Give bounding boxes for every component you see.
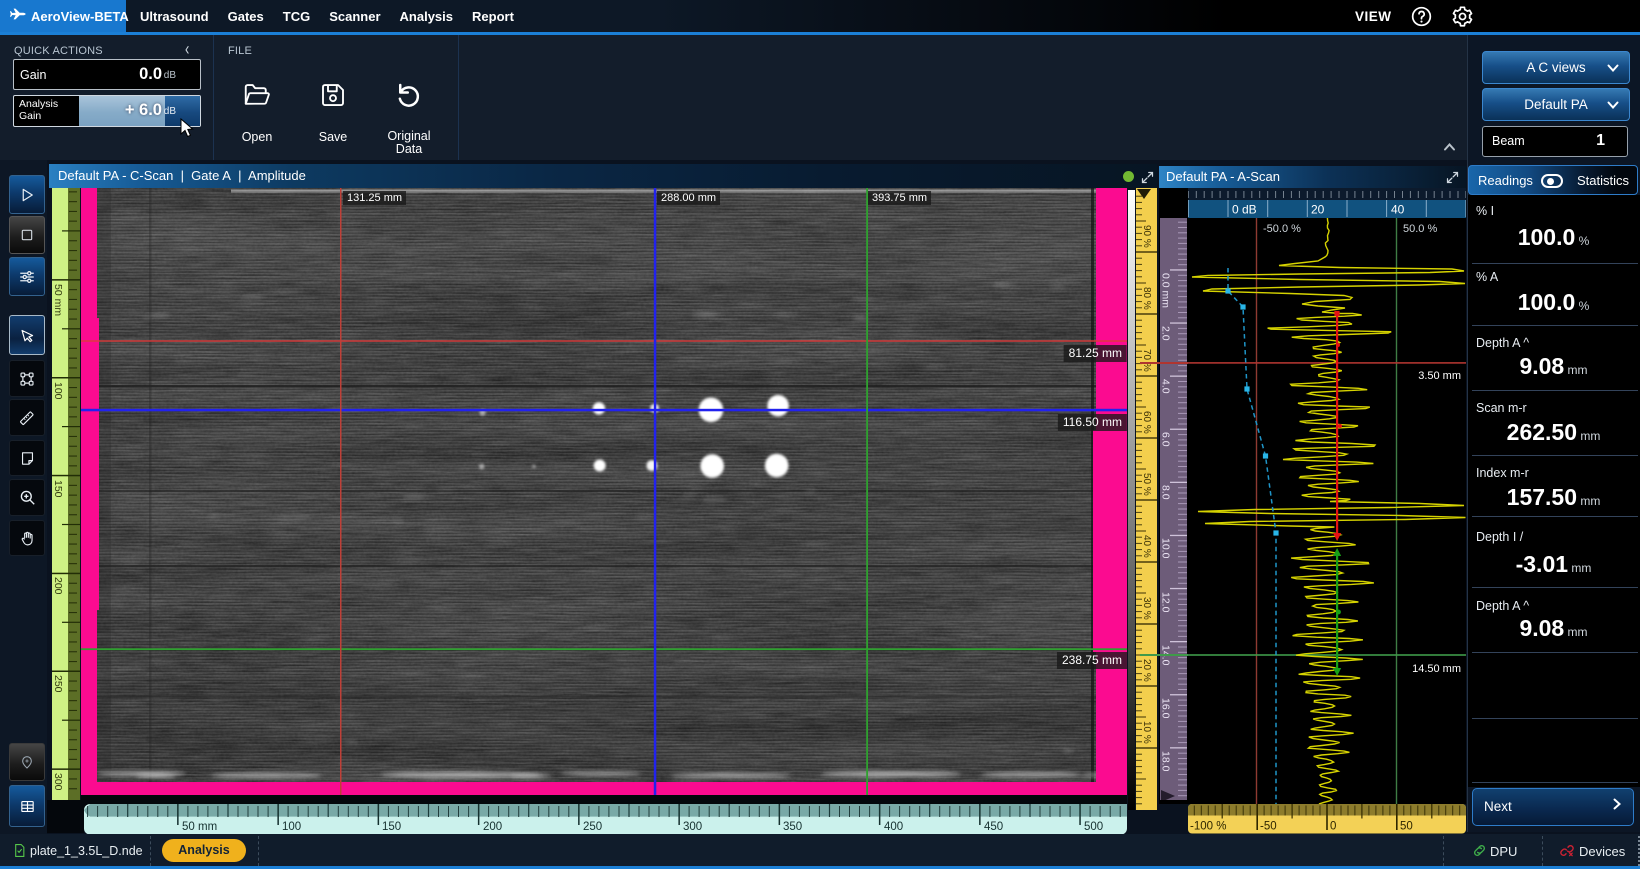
svg-text:30 %: 30 %: [1141, 597, 1152, 620]
svg-text:250: 250: [583, 821, 602, 833]
svg-text:50 mm: 50 mm: [182, 821, 217, 833]
svg-text:20 %: 20 %: [1141, 659, 1152, 682]
svg-text:150: 150: [382, 821, 401, 833]
svg-text:50 mm: 50 mm: [52, 284, 64, 316]
svg-text:100: 100: [282, 821, 301, 833]
svg-text:14.50 mm: 14.50 mm: [1412, 663, 1461, 675]
svg-text:10 %: 10 %: [1141, 721, 1152, 744]
svg-text:2.0: 2.0: [1160, 326, 1172, 341]
svg-text:4.0: 4.0: [1160, 379, 1172, 394]
svg-text:400: 400: [884, 821, 903, 833]
svg-text:50: 50: [1400, 821, 1413, 833]
svg-text:16.0: 16.0: [1160, 698, 1172, 719]
svg-text:60 %: 60 %: [1141, 411, 1152, 434]
svg-text:-50: -50: [1260, 821, 1277, 833]
svg-text:450: 450: [984, 821, 1003, 833]
svg-text:300: 300: [52, 773, 64, 791]
svg-text:0: 0: [1330, 821, 1336, 833]
svg-text:70 %: 70 %: [1141, 349, 1152, 372]
svg-text:150: 150: [52, 480, 64, 498]
svg-text:350: 350: [783, 821, 802, 833]
svg-text:0.0 mm: 0.0 mm: [1160, 273, 1172, 308]
svg-text:80 %: 80 %: [1141, 287, 1152, 310]
svg-text:6.0: 6.0: [1160, 432, 1172, 447]
svg-text:0 dB: 0 dB: [1232, 203, 1257, 217]
svg-text:-50.0 %: -50.0 %: [1263, 223, 1301, 235]
svg-text:50.0 %: 50.0 %: [1403, 223, 1437, 235]
svg-text:90 %: 90 %: [1141, 225, 1152, 248]
svg-text:10.0: 10.0: [1160, 538, 1172, 559]
svg-text:250: 250: [52, 675, 64, 693]
svg-text:8.0: 8.0: [1160, 485, 1172, 500]
svg-text:12.0: 12.0: [1160, 592, 1172, 613]
svg-text:200: 200: [483, 821, 502, 833]
svg-text:3.50 mm: 3.50 mm: [1418, 370, 1461, 382]
svg-text:50 %: 50 %: [1141, 473, 1152, 496]
svg-text:18.0: 18.0: [1160, 751, 1172, 772]
svg-text:200: 200: [52, 577, 64, 595]
svg-text:40: 40: [1391, 203, 1405, 217]
svg-text:-100 %: -100 %: [1190, 821, 1226, 833]
svg-text:100: 100: [52, 382, 64, 400]
svg-text:500: 500: [1084, 821, 1103, 833]
svg-text:300: 300: [683, 821, 702, 833]
svg-text:20: 20: [1311, 203, 1325, 217]
svg-text:40 %: 40 %: [1141, 535, 1152, 558]
